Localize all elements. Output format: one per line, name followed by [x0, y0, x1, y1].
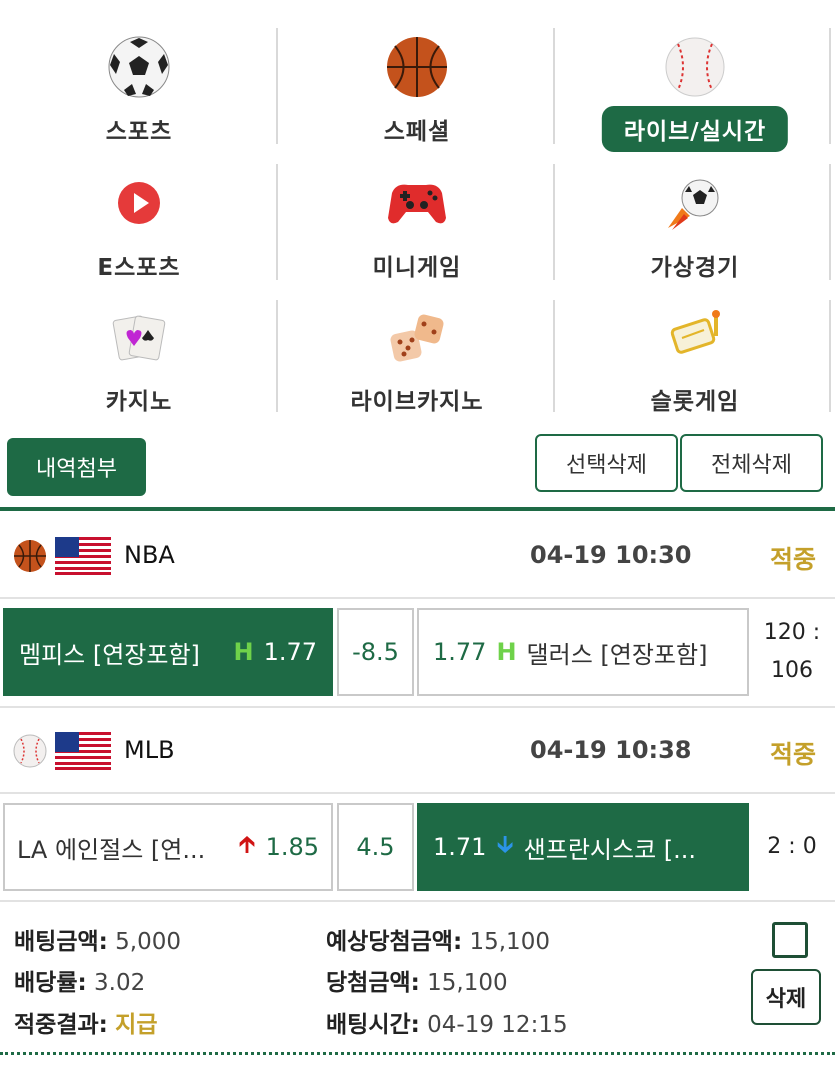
category-live-casino[interactable]: 라이브카지노: [278, 278, 556, 415]
us-flag-icon: [55, 732, 111, 770]
basketball-icon: [387, 37, 447, 97]
game-header: NBA 04-19 10:30 적중: [0, 511, 835, 599]
category-label: 미니게임: [372, 255, 462, 281]
handicap-value: -8.5: [337, 608, 414, 696]
category-virtual[interactable]: 가상경기: [556, 144, 834, 281]
delete-selected-button[interactable]: 선택삭제: [535, 434, 678, 492]
league-name: NBA: [124, 541, 175, 569]
category-label: 가상경기: [650, 255, 740, 281]
baseball-icon: [13, 734, 47, 768]
category-casino[interactable]: 카지노: [0, 278, 278, 415]
team-name: 샌프란시스코 [...: [523, 835, 697, 864]
grid-divider: [276, 300, 278, 412]
odds-label: 배당률: [14, 970, 78, 996]
baseball-icon: [665, 37, 725, 97]
arrow-up-icon: 🡱: [238, 829, 256, 858]
grid-divider: [553, 300, 555, 412]
arrow-down-icon: 🡳: [496, 829, 514, 858]
slot-reel-icon: [670, 310, 720, 354]
status-badge: 적중: [770, 545, 817, 574]
odds-value: 1.77: [433, 638, 487, 666]
dice-icon: [390, 314, 444, 362]
score-home: 2: [767, 834, 782, 859]
win-amount: 당첨금액: 15,100: [326, 970, 508, 996]
category-label: E스포츠: [97, 255, 181, 281]
grid-divider: [276, 164, 278, 280]
delete-button[interactable]: 삭제: [751, 969, 821, 1025]
row-divider: [0, 597, 835, 599]
expected-value: 15,100: [469, 929, 550, 955]
expected-win: 예상당첨금액: 15,100: [326, 929, 550, 955]
category-label: 카지노: [105, 389, 173, 415]
bet-amount-value: 5,000: [115, 929, 182, 955]
row-divider: [0, 900, 835, 902]
odds-rate-value: 3.02: [94, 970, 146, 996]
grid-divider: [829, 300, 831, 412]
category-special[interactable]: 스페셜: [278, 8, 556, 145]
grid-divider: [829, 28, 831, 144]
game-score: 120 : 106: [756, 614, 828, 690]
game-time: 04-19 10:38: [530, 736, 692, 764]
bet-amount-label: 배팅금액: [14, 929, 99, 955]
handicap-value: 4.5: [337, 803, 414, 891]
game-header: MLB 04-19 10:38 적중: [0, 706, 835, 794]
team-name: 댈러스 [연장포함]: [526, 640, 708, 669]
grid-divider: [276, 28, 278, 144]
team-name: 멤피스 [연장포함]: [19, 640, 200, 669]
result: 적중결과: 지급: [14, 1012, 158, 1038]
home-bet-option[interactable]: 멤피스 [연장포함] H 1.77: [3, 608, 333, 696]
play-button-icon: [118, 182, 160, 224]
handicap-mark: H: [233, 638, 254, 666]
category-minigame[interactable]: 미니게임: [278, 144, 556, 281]
category-label: 스페셜: [383, 119, 451, 145]
odds-rate: 배당률: 3.02: [14, 970, 146, 996]
us-flag-icon: [55, 537, 111, 575]
category-sports[interactable]: 스포츠: [0, 8, 278, 145]
result-label: 적중결과: [14, 1012, 99, 1038]
dotted-divider: [0, 1052, 835, 1055]
category-slot[interactable]: 슬롯게임: [556, 278, 834, 415]
category-label: 스포츠: [105, 119, 173, 145]
bet-time-value: 04-19 12:15: [427, 1012, 568, 1038]
row-divider: [0, 792, 835, 794]
attach-history-button[interactable]: 내역첨부: [7, 438, 146, 496]
grid-divider: [553, 28, 555, 144]
bet-time-label: 배팅시간: [326, 1012, 411, 1038]
score-away: 106: [771, 658, 813, 683]
home-bet-option[interactable]: LA 에인절스 [연... 🡱 1.85: [3, 803, 333, 891]
away-bet-option[interactable]: 1.71 🡳 샌프란시스코 [...: [417, 803, 749, 891]
basketball-icon: [14, 540, 46, 572]
delete-all-button[interactable]: 전체삭제: [680, 434, 823, 492]
team-name: LA 에인절스 [연...: [17, 835, 206, 864]
game-score: 2 : 0: [767, 834, 817, 859]
rocket-ball-icon: [668, 179, 719, 230]
grid-divider: [829, 164, 831, 280]
result-value: 지급: [115, 1012, 158, 1038]
playing-cards-icon: [112, 315, 166, 361]
win-label: 당첨금액: [326, 970, 411, 996]
handicap-mark: H: [496, 638, 517, 666]
expected-label: 예상당첨금액: [326, 929, 453, 955]
score-away: 0: [802, 834, 817, 859]
away-bet-option[interactable]: 1.77 H 댈러스 [연장포함]: [417, 608, 749, 696]
score-home: 120: [763, 620, 806, 645]
bet-time: 배팅시간: 04-19 12:15: [326, 1012, 568, 1038]
odds-value: 1.85: [265, 833, 319, 861]
gamepad-icon: [388, 184, 446, 224]
category-esports[interactable]: E스포츠: [0, 144, 278, 281]
league-name: MLB: [124, 736, 175, 764]
category-grid: 스포츠 스페셜 라이브/실시간 E스포츠 미니게임 가상경기 카지노 라이브카지…: [0, 0, 835, 425]
game-time: 04-19 10:30: [530, 541, 692, 569]
select-checkbox[interactable]: [772, 922, 808, 958]
grid-divider: [553, 164, 555, 280]
odds-value: 1.77: [263, 638, 317, 666]
odds-value: 1.71: [433, 833, 487, 861]
bet-amount: 배팅금액: 5,000: [14, 929, 182, 955]
category-live[interactable]: 라이브/실시간: [556, 8, 834, 152]
status-badge: 적중: [770, 740, 817, 769]
soccer-ball-icon: [108, 36, 170, 98]
win-value: 15,100: [427, 970, 508, 996]
category-label: 라이브카지노: [350, 389, 484, 415]
category-label: 슬롯게임: [650, 389, 740, 415]
